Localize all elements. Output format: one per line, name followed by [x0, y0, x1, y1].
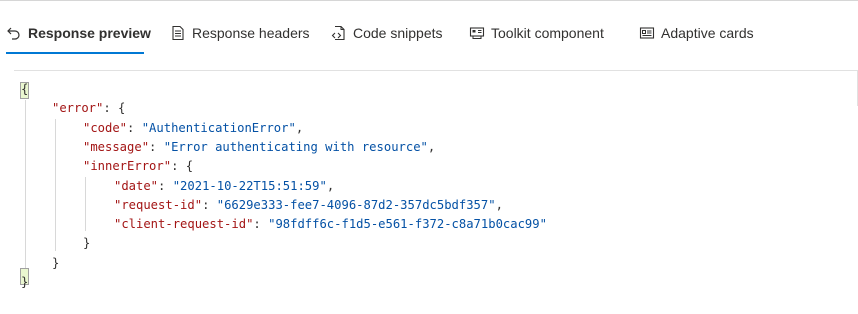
- code-line-4: "message": "Error authenticating with re…: [83, 139, 436, 154]
- code-line-9: }: [83, 236, 91, 251]
- tab-toolkit-component[interactable]: Toolkit component: [469, 14, 604, 52]
- card-icon: [639, 27, 655, 39]
- tab-label: Response preview: [28, 25, 151, 41]
- json-response-viewer[interactable]: { "error": { "code": "AuthenticationErro…: [0, 70, 858, 300]
- top-divider: [0, 0, 858, 1]
- code-line-6: "date": "2021-10-22T15:51:59",: [114, 178, 335, 193]
- code-line-5: "innerError": {: [83, 159, 194, 174]
- editor-top-border: [14, 70, 858, 71]
- indent-guide: [55, 119, 56, 251]
- tab-label: Adaptive cards: [661, 25, 754, 41]
- indent-guide: [25, 100, 26, 270]
- code-line-8: "client-request-id": "98fdff6c-f1d5-e561…: [114, 217, 547, 232]
- tab-adaptive-cards[interactable]: Adaptive cards: [639, 14, 754, 52]
- code-line-3: "code": "AuthenticationError",: [83, 120, 304, 135]
- code-line-1: {: [21, 82, 29, 96]
- tab-label: Response headers: [192, 25, 310, 41]
- component-icon: [469, 27, 485, 39]
- indent-guide: [85, 177, 86, 231]
- tab-code-snippets[interactable]: Code snippets: [331, 14, 443, 52]
- code-line-11: }: [21, 275, 29, 289]
- tab-label: Toolkit component: [491, 25, 604, 41]
- code-line-2: "error": {: [52, 101, 126, 116]
- code-document-icon: [331, 25, 345, 41]
- active-tab-indicator: [6, 52, 144, 54]
- undo-arrow-icon: [7, 27, 20, 40]
- code-line-10: }: [52, 255, 60, 270]
- code-line-7: "request-id": "6629e333-fee7-4096-87d2-3…: [114, 197, 503, 212]
- tab-label: Code snippets: [353, 25, 443, 41]
- document-list-icon: [172, 25, 184, 41]
- tab-response-preview[interactable]: Response preview: [6, 14, 151, 52]
- tab-response-headers[interactable]: Response headers: [170, 14, 310, 52]
